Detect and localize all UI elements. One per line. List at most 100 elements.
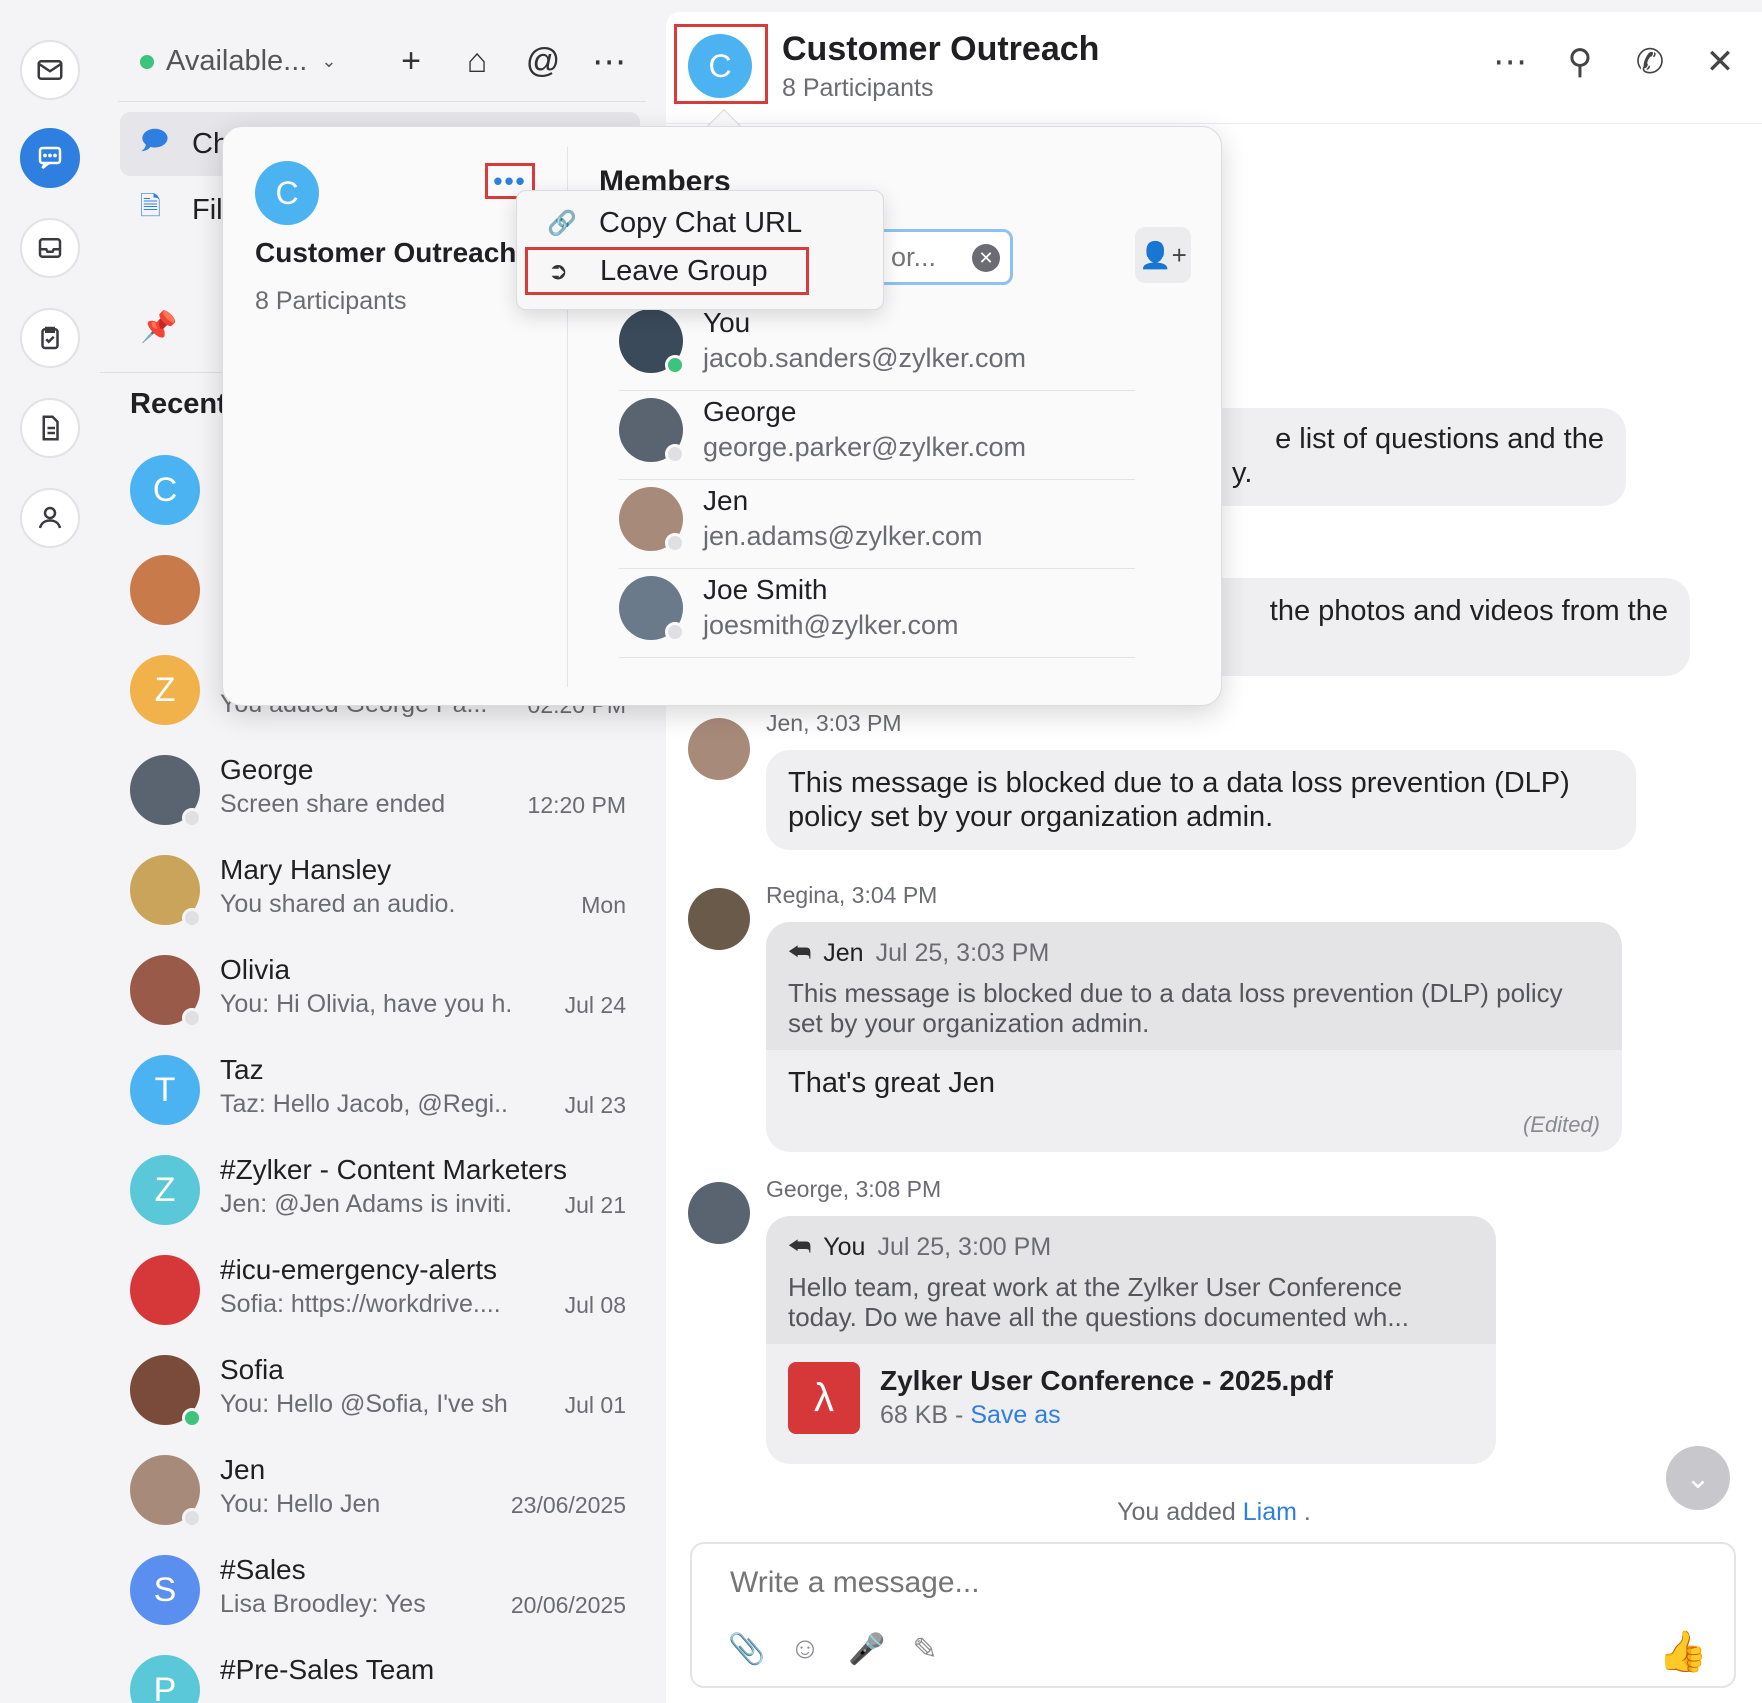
chat-time: 12:20 PM (527, 792, 626, 818)
chat-title: Customer Outreach (782, 30, 1100, 68)
chat-list-item[interactable]: Sofia You: Hello @Sofia, I've sh... Jul 01 (100, 1340, 666, 1440)
chat-header: C Customer Outreach 8 Participants ⋯ ⚲ ✆… (666, 12, 1762, 124)
emoji-icon[interactable]: ☺ (788, 1632, 822, 1667)
chat-list-item[interactable]: Mary Hansley You shared an audio. Mon (100, 840, 666, 940)
add-person-icon: 👤+ (1139, 239, 1187, 270)
chat-preview: Taz: Hello Jacob, @Regi... (220, 1090, 510, 1118)
member-item[interactable]: Joe Smith joesmith@zylker.com (619, 560, 1135, 658)
chat-preview: Jen: @Jen Adams is inviti... (220, 1190, 510, 1218)
chat-list-item[interactable]: Z #Zylker - Content Marketers Jen: @Jen Ad… (100, 1140, 666, 1240)
home-icon[interactable]: ⌂ (458, 42, 496, 81)
chat-preview: You: Hello @Sofia, I've sh... (220, 1390, 510, 1418)
chat-preview: Lisa Broodley: Yes (220, 1590, 426, 1618)
menu-item-label: Leave Group (600, 254, 768, 287)
presence-indicator (182, 1508, 202, 1528)
member-name: George (703, 396, 797, 427)
group-avatar[interactable]: C (688, 34, 752, 98)
tasks-rail-button[interactable] (20, 308, 80, 368)
avatar[interactable] (688, 718, 750, 780)
message-meta: George, 3:08 PM (766, 1176, 942, 1202)
mention-icon[interactable]: @ (524, 42, 562, 81)
pdf-icon: λ (788, 1362, 860, 1434)
quoted-message[interactable]: ⮪ Jen Jul 25, 3:03 PM This message is bl… (766, 922, 1622, 1050)
message-meta: Jen, 3:03 PM (766, 710, 902, 736)
chat-name: Sofia (220, 1354, 284, 1385)
participant-count[interactable]: 8 Participants (782, 74, 933, 103)
contacts-rail-button[interactable] (20, 488, 80, 548)
chat-preview: You: Hi Olivia, have you h... (220, 990, 510, 1018)
member-email: george.parker@zylker.com (703, 432, 1027, 462)
close-icon[interactable]: ✕ (1700, 42, 1740, 82)
chat-name: #icu-emergency-alerts (220, 1254, 497, 1285)
save-as-link[interactable]: Save as (970, 1401, 1060, 1429)
avatar: T (130, 1055, 200, 1125)
mail-rail-button[interactable] (20, 40, 80, 100)
quoted-date: Jul 25, 3:03 PM (875, 939, 1050, 967)
chat-preview: You: Hello Jen (220, 1490, 381, 1518)
message-input[interactable] (730, 1566, 1630, 1600)
pin-icon[interactable]: 📌 (140, 310, 177, 345)
file-name[interactable]: Zylker User Conference - 2025.pdf (880, 1364, 1333, 1398)
member-name: Jen (703, 485, 749, 516)
inbox-icon (38, 238, 62, 258)
exit-icon: ➲ (548, 257, 569, 285)
system-text: You added (1117, 1498, 1243, 1526)
more-icon[interactable]: ⋯ (590, 42, 628, 82)
group-avatar: C (255, 161, 319, 225)
chat-list-item[interactable]: P #Pre-Sales Team (100, 1640, 666, 1703)
menu-item-label: Copy Chat URL (599, 206, 803, 239)
search-icon[interactable]: ⚲ (1560, 42, 1600, 82)
add-member-button[interactable]: 👤+ (1135, 227, 1191, 283)
reply-icon: ⮪ (788, 939, 812, 967)
chat-list-item[interactable]: Olivia You: Hi Olivia, have you h... Jul 2… (100, 940, 666, 1040)
presence-indicator (182, 908, 202, 928)
more-icon[interactable]: ⋯ (1490, 42, 1530, 82)
member-item[interactable]: George george.parker@zylker.com (619, 382, 1135, 480)
app-rail (0, 0, 100, 1703)
chat-time: Jul 01 (564, 1392, 626, 1418)
chat-name: #Zylker - Content Marketers (220, 1154, 567, 1185)
chat-icon (38, 146, 62, 169)
member-item[interactable]: Jen jen.adams@zylker.com (619, 471, 1135, 569)
message-meta: Regina, 3:04 PM (766, 882, 938, 908)
member-name: You (703, 307, 751, 338)
quoted-text: This message is blocked due to a data lo… (788, 978, 1563, 1038)
participant-count: 8 Participants (255, 287, 407, 315)
edited-label: (Edited) (1522, 1112, 1600, 1137)
presence-indicator (665, 444, 685, 464)
file-attachment[interactable]: λ Zylker User Conference - 2025.pdf 68 K… (766, 1344, 1496, 1452)
chat-name: George (220, 754, 314, 785)
thumbs-up-icon[interactable]: 👍 (1658, 1628, 1708, 1675)
chat-name: Jen (220, 1454, 266, 1485)
chat-list-item[interactable]: S #Sales Lisa Broodley: Yes 20/06/2025 (100, 1540, 666, 1640)
phone-icon[interactable]: ✆ (1630, 42, 1670, 82)
chat-name: #Pre-Sales Team (220, 1654, 435, 1685)
status-selector[interactable]: Available... (166, 45, 307, 78)
attachment-icon[interactable]: 📎 (728, 1632, 765, 1667)
reply-message-bubble: ⮪ Jen Jul 25, 3:03 PM This message is bl… (766, 922, 1622, 1152)
avatar[interactable] (688, 1182, 750, 1244)
clear-icon[interactable]: ✕ (972, 244, 1000, 272)
inbox-rail-button[interactable] (20, 218, 80, 278)
chevron-down-icon[interactable]: ⌄ (321, 51, 336, 72)
avatar[interactable] (688, 888, 750, 950)
system-message: You added Liam . (666, 1498, 1762, 1527)
avatar: P (130, 1655, 200, 1703)
chat-list-item[interactable]: Jen You: Hello Jen 23/06/2025 (100, 1440, 666, 1540)
quoted-message[interactable]: ⮪ You Jul 25, 3:00 PM Hello team, great … (766, 1216, 1496, 1344)
chat-list-item[interactable]: George Screen share ended 12:20 PM (100, 740, 666, 840)
copy-chat-url-item[interactable]: 🔗 Copy Chat URL (527, 199, 875, 247)
chat-list-item[interactable]: #icu-emergency-alerts Sofia: https://work… (100, 1240, 666, 1340)
format-icon[interactable]: ✎ (908, 1632, 942, 1667)
chat-rail-button[interactable] (20, 128, 80, 188)
chat-time: 20/06/2025 (510, 1592, 626, 1618)
chat-preview: Sofia: https://workdrive.... (220, 1290, 501, 1318)
notes-rail-button[interactable] (20, 398, 80, 458)
leave-group-item[interactable]: ➲ Leave Group (525, 247, 809, 295)
file-size: 68 KB - (880, 1401, 971, 1429)
user-link[interactable]: Liam (1243, 1498, 1297, 1526)
add-icon[interactable]: + (392, 42, 430, 81)
microphone-icon[interactable]: 🎤 (848, 1632, 885, 1667)
chat-time: Jul 21 (564, 1192, 626, 1218)
chat-list-item[interactable]: T Taz Taz: Hello Jacob, @Regi... Jul 23 (100, 1040, 666, 1140)
